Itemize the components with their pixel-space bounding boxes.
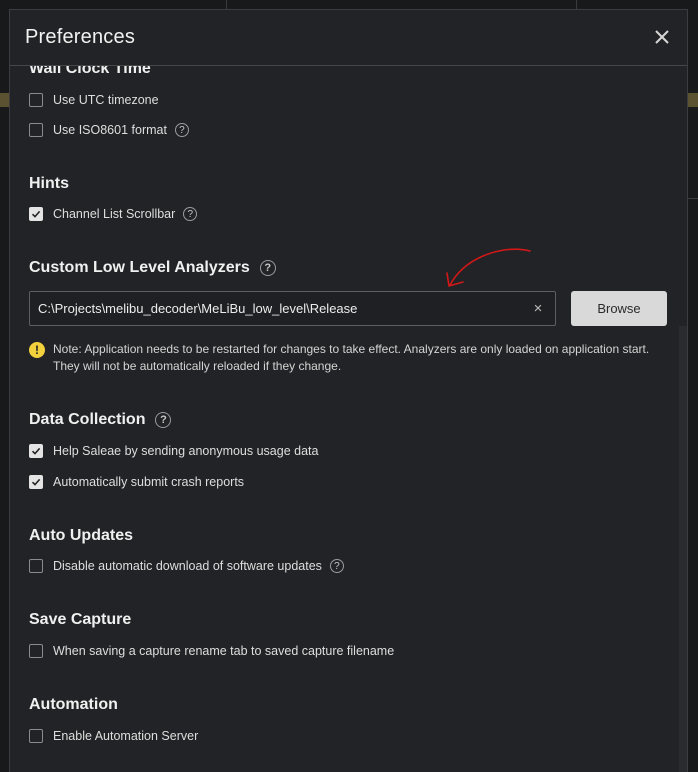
- checkbox-checked[interactable]: [29, 444, 43, 458]
- checkbox-checked[interactable]: [29, 207, 43, 221]
- section-title-text: Data Collection: [29, 411, 146, 428]
- checkbox[interactable]: [29, 123, 43, 137]
- help-icon[interactable]: ?: [329, 559, 344, 573]
- setting-label: Automatically submit crash reports: [53, 475, 245, 489]
- restart-note: ! Note: Application needs to be restarte…: [29, 341, 669, 375]
- dialog-title: Preferences: [25, 26, 136, 48]
- setting-label: Help Saleae by sending anonymous usage d…: [53, 444, 319, 458]
- checkbox[interactable]: [29, 559, 43, 573]
- warning-icon: !: [29, 342, 45, 358]
- background-divider: [576, 0, 577, 9]
- checkbox[interactable]: [29, 644, 43, 658]
- setting-label: Use UTC timezone: [53, 93, 159, 107]
- analyzer-path-value[interactable]: C:\Projects\melibu_decoder\MeLiBu_low_le…: [30, 301, 527, 316]
- annotation-arrow-icon: [446, 248, 531, 287]
- setting-disable-auto-download[interactable]: Disable automatic download of software u…: [29, 557, 344, 575]
- note-text: Note: Application needs to be restarted …: [53, 342, 650, 373]
- checkmark-icon: [31, 210, 41, 218]
- background-timeline-strip: [688, 93, 698, 107]
- setting-use-utc-timezone[interactable]: Use UTC timezone: [29, 91, 159, 109]
- setting-anonymous-usage-data[interactable]: Help Saleae by sending anonymous usage d…: [29, 442, 318, 460]
- scrollbar[interactable]: [679, 326, 687, 772]
- setting-channel-list-scrollbar[interactable]: Channel List Scrollbar ?: [29, 205, 198, 223]
- checkmark-icon: [31, 478, 41, 486]
- section-title-text: Custom Low Level Analyzers: [29, 259, 250, 276]
- setting-label: Disable automatic download of software u…: [53, 559, 322, 573]
- dialog-header-overlay: Preferences: [10, 10, 687, 66]
- setting-rename-tab-on-save[interactable]: When saving a capture rename tab to save…: [29, 642, 394, 660]
- setting-label: Channel List Scrollbar: [53, 207, 176, 221]
- setting-enable-automation-server[interactable]: Enable Automation Server: [29, 727, 198, 745]
- close-icon: [655, 30, 669, 44]
- setting-label: Enable Automation Server: [53, 729, 199, 743]
- section-title-auto-updates: Auto Updates: [29, 527, 133, 544]
- setting-label: Use ISO8601 format: [53, 123, 167, 137]
- clear-path-icon[interactable]: ×: [527, 300, 549, 317]
- preferences-dialog: Preferences Wall Clock Time Preferences …: [9, 9, 688, 772]
- background-divider: [226, 0, 227, 9]
- setting-label: When saving a capture rename tab to save…: [53, 644, 395, 658]
- section-title-save-capture: Save Capture: [29, 611, 132, 628]
- section-title-automation: Automation: [29, 696, 118, 713]
- browse-button[interactable]: Browse: [571, 291, 667, 326]
- checkbox[interactable]: [29, 93, 43, 107]
- section-title-custom-analyzers: Custom Low Level Analyzers ?: [29, 259, 276, 277]
- background-divider: [688, 198, 698, 199]
- section-title-data-collection: Data Collection ?: [29, 411, 172, 429]
- help-icon[interactable]: ?: [259, 260, 276, 276]
- close-button[interactable]: [651, 26, 673, 48]
- setting-use-iso8601-format[interactable]: Use ISO8601 format ?: [29, 121, 189, 139]
- section-title-hints: Hints: [29, 175, 69, 192]
- help-icon[interactable]: ?: [155, 412, 172, 428]
- help-icon[interactable]: ?: [183, 207, 198, 221]
- checkmark-icon: [31, 447, 41, 455]
- checkbox-checked[interactable]: [29, 475, 43, 489]
- background-timeline-strip: [0, 93, 9, 107]
- setting-submit-crash-reports[interactable]: Automatically submit crash reports: [29, 473, 244, 491]
- help-icon[interactable]: ?: [174, 123, 189, 137]
- checkbox[interactable]: [29, 729, 43, 743]
